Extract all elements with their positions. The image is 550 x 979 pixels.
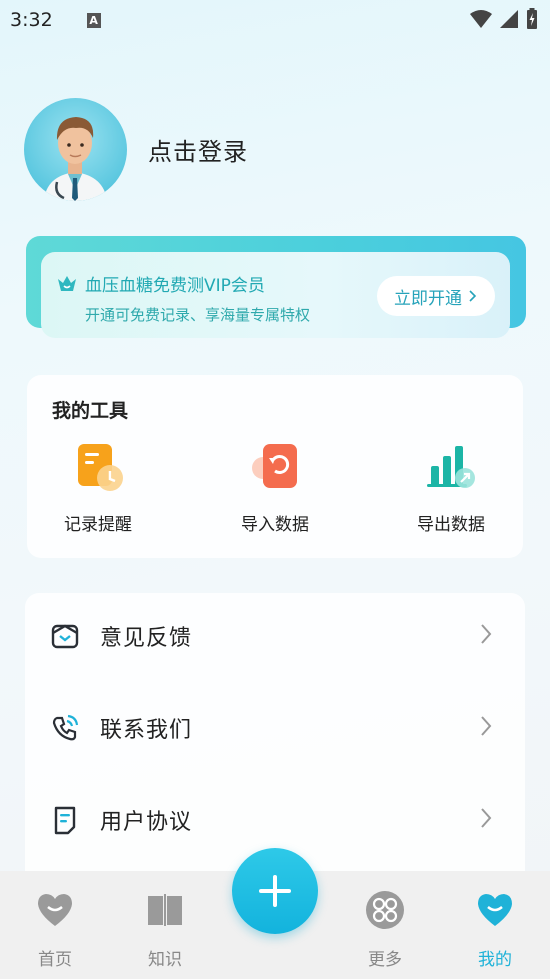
tab-knowledge[interactable]: 知识 bbox=[135, 890, 195, 970]
tab-knowledge-label: 知识 bbox=[148, 950, 182, 970]
phone-icon bbox=[52, 714, 79, 741]
battery-icon bbox=[527, 8, 537, 29]
chevron-right-icon bbox=[481, 624, 492, 644]
vip-title: 血压血糖免费测VIP会员 bbox=[57, 271, 265, 296]
document-icon bbox=[54, 806, 76, 835]
tool-reminder-label: 记录提醒 bbox=[64, 515, 132, 535]
signal-icon bbox=[500, 10, 518, 28]
menu-item-contact[interactable]: 联系我们 bbox=[25, 683, 525, 773]
chevron-right-icon bbox=[481, 716, 492, 736]
tool-export-label: 导出数据 bbox=[417, 515, 485, 535]
heart-smile-icon bbox=[478, 894, 512, 926]
tool-export[interactable]: 导出数据 bbox=[391, 440, 511, 535]
import-icon bbox=[247, 440, 303, 496]
wifi-icon bbox=[470, 10, 492, 28]
menu-item-feedback[interactable]: 意见反馈 bbox=[25, 591, 525, 681]
tab-more[interactable]: 更多 bbox=[355, 890, 415, 970]
chevron-right-icon bbox=[481, 808, 492, 828]
vip-open-button[interactable]: 立即开通 bbox=[377, 276, 495, 316]
menu-item-agreement-label: 用户协议 bbox=[100, 810, 193, 835]
book-icon bbox=[148, 894, 182, 926]
tool-import[interactable]: 导入数据 bbox=[215, 440, 335, 535]
reminder-icon bbox=[70, 440, 126, 496]
crown-icon bbox=[58, 275, 76, 291]
status-time: 3:32 bbox=[10, 9, 53, 31]
grid-icon bbox=[366, 891, 404, 929]
tools-title: 我的工具 bbox=[52, 400, 129, 422]
vip-subtitle: 开通可免费记录、享海量专属特权 bbox=[85, 306, 311, 324]
tab-more-label: 更多 bbox=[368, 950, 402, 970]
tab-mine-label: 我的 bbox=[478, 950, 512, 970]
menu-item-feedback-label: 意见反馈 bbox=[100, 626, 193, 651]
doctor-avatar-icon bbox=[44, 117, 107, 201]
status-icons bbox=[470, 8, 538, 30]
status-bar: 3:32 A bbox=[0, 0, 550, 40]
export-icon bbox=[423, 440, 479, 496]
tool-import-label: 导入数据 bbox=[241, 515, 309, 535]
vip-title-text: 血压血糖免费测VIP会员 bbox=[85, 276, 265, 296]
add-record-button[interactable] bbox=[232, 848, 318, 934]
heart-icon bbox=[38, 894, 72, 926]
feedback-icon bbox=[51, 624, 79, 649]
profile-section[interactable]: 点击登录 bbox=[24, 98, 248, 201]
tab-mine[interactable]: 我的 bbox=[465, 890, 525, 970]
login-link[interactable]: 点击登录 bbox=[148, 132, 248, 167]
tab-home[interactable]: 首页 bbox=[25, 890, 85, 970]
tool-reminder[interactable]: 记录提醒 bbox=[38, 440, 158, 535]
vip-open-button-label: 立即开通 bbox=[394, 288, 462, 309]
menu-item-contact-label: 联系我们 bbox=[100, 718, 193, 743]
notification-a-icon: A bbox=[86, 12, 101, 28]
plus-icon bbox=[259, 875, 291, 907]
tab-home-label: 首页 bbox=[38, 950, 72, 970]
avatar[interactable] bbox=[24, 98, 127, 201]
chevron-right-icon bbox=[469, 290, 477, 302]
